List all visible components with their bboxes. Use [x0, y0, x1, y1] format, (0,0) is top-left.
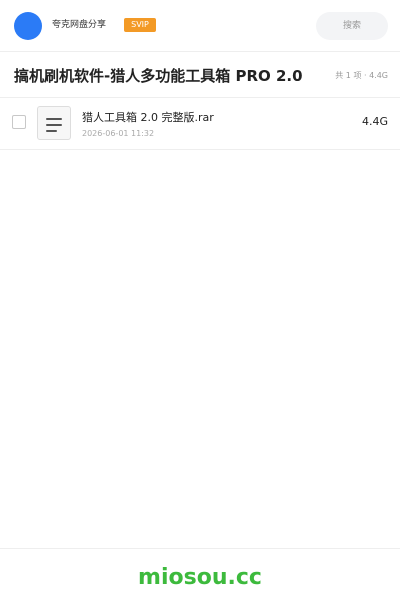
user-name: 夸克网盘分享: [52, 20, 107, 30]
share-title: 搞机刷机软件-猎人多功能工具箱 PRO 2.0: [14, 67, 303, 85]
svip-badge: SVIP: [124, 18, 156, 32]
footer: miosou.cc: [0, 548, 400, 600]
share-summary: 共 1 项 · 4.4G: [335, 71, 388, 80]
watermark-logo: miosou.cc: [138, 565, 262, 590]
file-checkbox[interactable]: [12, 115, 26, 129]
share-header: 搞机刷机软件-猎人多功能工具箱 PRO 2.0 共 1 项 · 4.4G: [0, 52, 400, 98]
file-date: 2026-06-01 11:32: [82, 129, 155, 138]
file-size: 4.4G: [361, 115, 388, 128]
top-bar: 夸克网盘分享 SVIP 搜索: [0, 0, 400, 52]
avatar[interactable]: [14, 12, 42, 40]
search-input[interactable]: 搜索: [316, 12, 388, 40]
document-icon: [37, 106, 71, 140]
file-name[interactable]: 猎人工具箱 2.0 完整版.rar: [82, 111, 214, 125]
file-row[interactable]: 猎人工具箱 2.0 完整版.rar 2026-06-01 11:32 4.4G: [0, 98, 400, 150]
